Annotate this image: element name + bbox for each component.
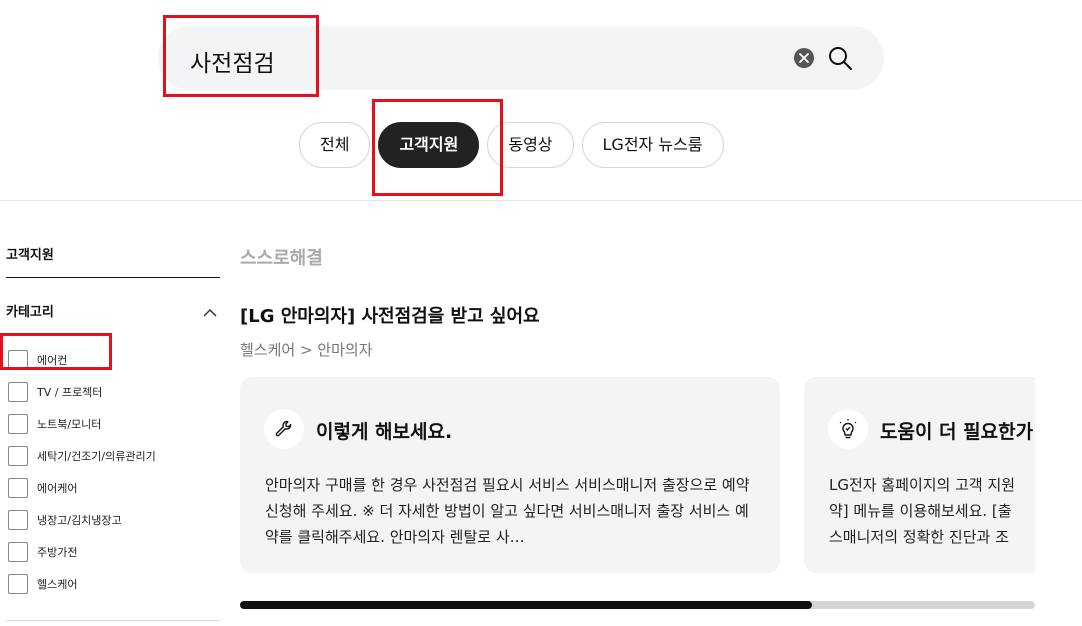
category-item-washer[interactable]: 세탁기/건조기/의류관리기 bbox=[8, 440, 156, 472]
checkbox[interactable] bbox=[8, 446, 28, 466]
category-item-aircare[interactable]: 에어케어 bbox=[8, 472, 156, 504]
checkbox[interactable] bbox=[8, 478, 28, 498]
checkbox[interactable] bbox=[8, 414, 28, 434]
card-heading: 도움이 더 필요한가 bbox=[880, 421, 1034, 443]
help-card[interactable]: 도움이 더 필요한가 LG전자 홈페이지의 고객 지원 약] 메뉴를 이용해보세… bbox=[804, 377, 1035, 573]
card-body-line: LG전자 홈페이지의 고객 지원 bbox=[829, 476, 1016, 494]
checkbox[interactable] bbox=[8, 542, 28, 562]
category-label: 주방가전 bbox=[37, 546, 78, 559]
search-icon[interactable] bbox=[827, 45, 853, 71]
result-title[interactable]: [LG 안마의자] 사전점검을 받고 싶어요 bbox=[240, 302, 540, 328]
category-list: 에어컨 TV / 프로젝터 노트북/모니터 세탁기/건조기/의류관리기 에어케어… bbox=[8, 344, 156, 600]
sidebar-bottom-divider bbox=[6, 620, 220, 621]
category-title[interactable]: 카테고리 bbox=[6, 301, 54, 320]
sidebar-divider bbox=[6, 277, 220, 278]
category-label: 에어케어 bbox=[37, 482, 78, 495]
tab-videos[interactable]: 동영상 bbox=[487, 122, 574, 168]
section-title: 스스로해결 bbox=[240, 248, 323, 269]
header-divider bbox=[0, 200, 1082, 201]
checkbox[interactable] bbox=[8, 574, 28, 594]
checkbox[interactable] bbox=[8, 510, 28, 530]
solution-card[interactable]: 이렇게 해보세요. 안마의자 구매를 한 경우 사전점검 필요시 서비스 서비스… bbox=[240, 377, 780, 573]
category-label: 노트북/모니터 bbox=[37, 418, 102, 431]
card-body: 안마의자 구매를 한 경우 사전점검 필요시 서비스 서비스매니저 출장으로 예… bbox=[265, 476, 750, 546]
clear-search-icon[interactable] bbox=[794, 48, 814, 68]
sidebar-title: 고객지원 bbox=[6, 248, 54, 263]
checkbox[interactable] bbox=[8, 350, 28, 370]
wrench-icon bbox=[264, 409, 304, 449]
tab-newsroom[interactable]: LG전자 뉴스룸 bbox=[581, 122, 724, 168]
card-carousel[interactable]: 이렇게 해보세요. 안마의자 구매를 한 경우 사전점검 필요시 서비스 서비스… bbox=[240, 377, 1035, 573]
category-label: 세탁기/건조기/의류관리기 bbox=[37, 450, 156, 463]
carousel-scroll-thumb[interactable] bbox=[240, 601, 812, 609]
carousel-scrollbar[interactable] bbox=[240, 601, 1035, 609]
category-item-aircon[interactable]: 에어컨 bbox=[8, 344, 156, 376]
card-body-line: 약] 메뉴를 이용해보세요. [출 bbox=[829, 502, 1012, 520]
result-breadcrumb: 헬스케어 > 안마의자 bbox=[240, 341, 373, 359]
card-body: LG전자 홈페이지의 고객 지원 약] 메뉴를 이용해보세요. [출 스매니저의… bbox=[829, 472, 1035, 550]
card-heading: 이렇게 해보세요. bbox=[316, 421, 453, 443]
checkbox[interactable] bbox=[8, 382, 28, 402]
category-label: 에어컨 bbox=[37, 354, 68, 367]
category-item-healthcare[interactable]: 헬스케어 bbox=[8, 568, 156, 600]
card-body-line: 스매니저의 정확한 진단과 조 bbox=[829, 528, 1009, 546]
category-item-laptop[interactable]: 노트북/모니터 bbox=[8, 408, 156, 440]
search-bar[interactable]: 사전점검 bbox=[158, 26, 884, 90]
tab-customer-support[interactable]: 고객지원 bbox=[378, 122, 480, 168]
category-label: TV / 프로젝터 bbox=[37, 386, 103, 399]
category-label: 냉장고/김치냉장고 bbox=[37, 514, 122, 527]
search-input[interactable]: 사전점검 bbox=[190, 44, 275, 78]
chevron-up-icon[interactable] bbox=[203, 303, 217, 322]
category-label: 헬스케어 bbox=[37, 578, 78, 591]
result-tabs: 전체 고객지원 동영상 LG전자 뉴스룸 bbox=[299, 122, 724, 168]
tab-all[interactable]: 전체 bbox=[299, 122, 371, 168]
category-item-tv[interactable]: TV / 프로젝터 bbox=[8, 376, 156, 408]
category-item-kitchen[interactable]: 주방가전 bbox=[8, 536, 156, 568]
lightbulb-icon bbox=[828, 409, 868, 449]
category-item-fridge[interactable]: 냉장고/김치냉장고 bbox=[8, 504, 156, 536]
